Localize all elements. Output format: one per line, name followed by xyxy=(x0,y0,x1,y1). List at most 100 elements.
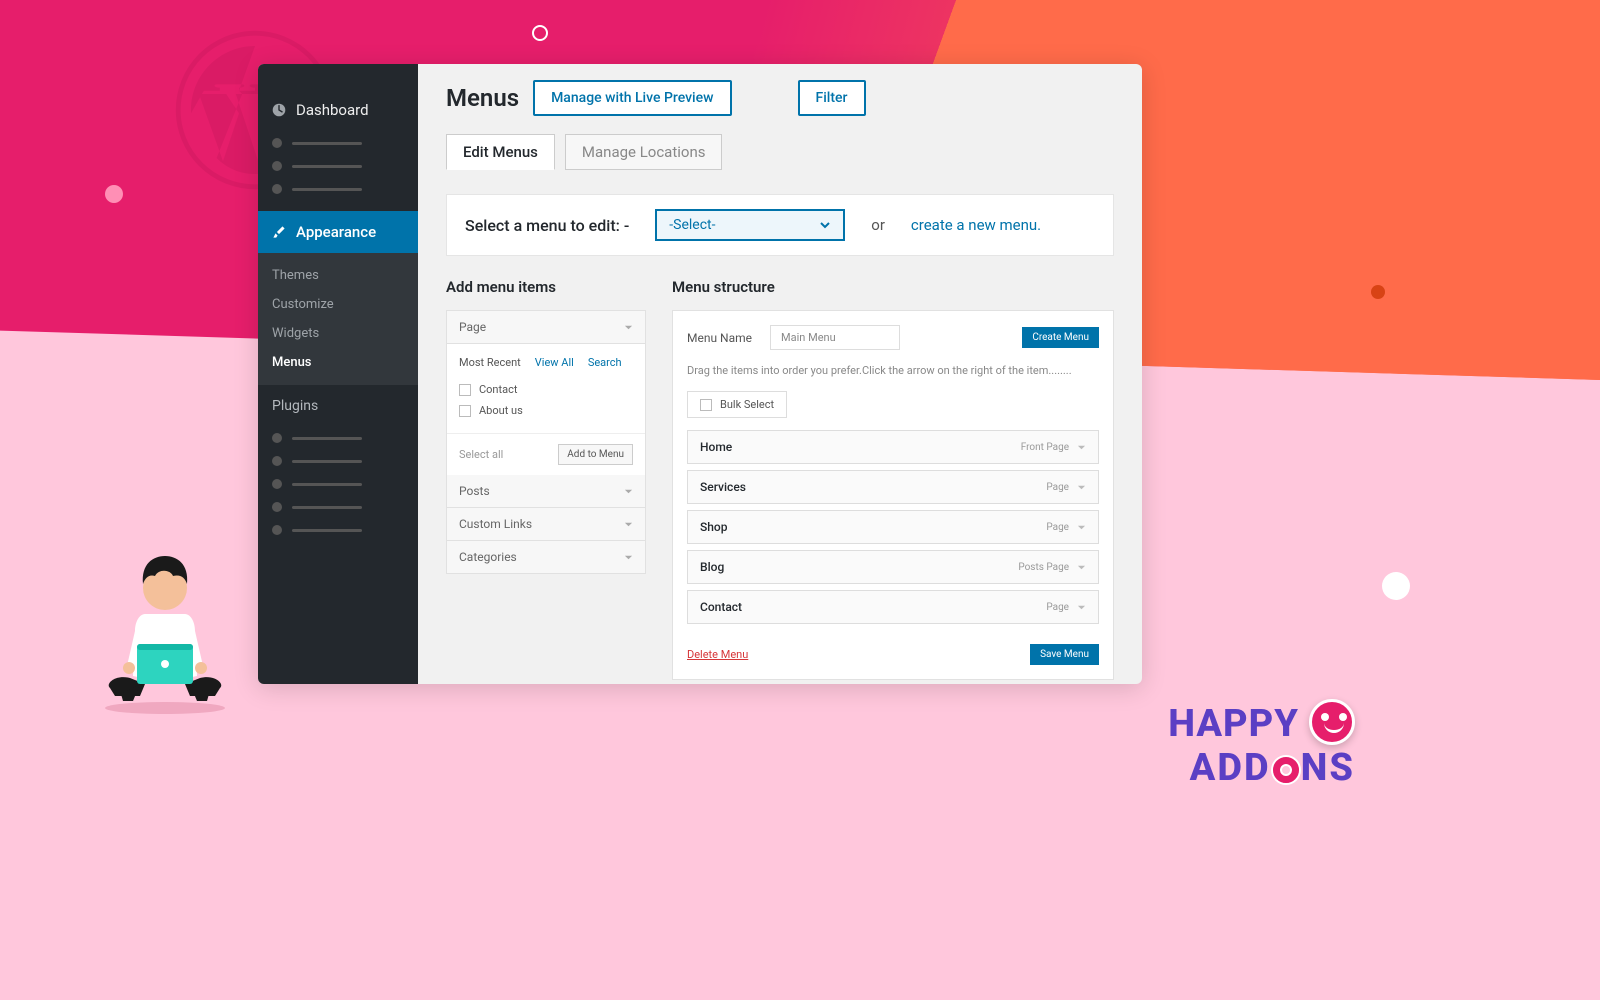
structure-title: Menu structure xyxy=(672,278,1114,296)
structure-footer: Delete Menu Save Menu xyxy=(687,644,1099,665)
checkbox-icon[interactable] xyxy=(700,399,712,411)
appearance-label: Appearance xyxy=(296,223,376,241)
main-content: Menus Manage with Live Preview Filter Ed… xyxy=(418,64,1142,684)
decorative-dot-icon xyxy=(105,185,123,203)
page-title: Menus xyxy=(446,84,519,112)
appearance-submenu: Themes Customize Widgets Menus xyxy=(258,253,418,385)
add-to-menu-button[interactable]: Add to Menu xyxy=(558,444,633,465)
caret-down-icon xyxy=(1077,483,1086,492)
page-item-contact[interactable]: Contact xyxy=(459,379,633,400)
logo-happy-text: HAPPY xyxy=(1168,702,1299,746)
filter-button[interactable]: Filter xyxy=(798,80,866,116)
checkbox-icon[interactable] xyxy=(459,384,471,396)
caret-down-icon xyxy=(624,323,633,332)
tab-bar: Edit Menus Manage Locations xyxy=(446,134,1114,170)
caret-down-icon xyxy=(1077,443,1086,452)
tab-search[interactable]: Search xyxy=(588,356,622,369)
caret-down-icon xyxy=(624,520,633,529)
bulk-select-toggle[interactable]: Bulk Select xyxy=(687,391,787,418)
tab-most-recent[interactable]: Most Recent xyxy=(459,356,521,369)
sidebar-skeleton-item xyxy=(258,515,418,538)
menu-name-label: Menu Name xyxy=(687,331,752,345)
caret-down-icon xyxy=(1077,563,1086,572)
live-preview-button[interactable]: Manage with Live Preview xyxy=(533,80,731,116)
accordion-head-posts[interactable]: Posts xyxy=(447,475,645,508)
menu-item[interactable]: Contact Page xyxy=(687,590,1099,624)
menu-items-list: HomeFront Page Services Page Shop Page Blog Po… xyxy=(687,430,1099,624)
tab-view-all[interactable]: View All xyxy=(535,356,574,369)
brush-icon xyxy=(272,225,286,239)
menu-item-label: Services xyxy=(700,480,746,494)
add-items-accordion: Page Most Recent View All Search Contact… xyxy=(446,310,646,574)
decorative-circle-icon xyxy=(532,25,548,41)
acc-page-label: Page xyxy=(459,320,486,334)
page-filter-tabs: Most Recent View All Search xyxy=(459,356,633,369)
sidebar-skeleton-item xyxy=(258,151,418,174)
menu-item[interactable]: Services Page xyxy=(687,470,1099,504)
chevron-down-icon xyxy=(819,219,831,231)
sidebar-item-dashboard[interactable]: Dashboard xyxy=(258,92,418,128)
menu-item-type: Posts Page xyxy=(1018,562,1086,573)
accordion-head-categories[interactable]: Categories xyxy=(447,541,645,573)
dashboard-icon xyxy=(272,103,286,117)
tab-manage-locations[interactable]: Manage Locations xyxy=(565,134,723,170)
menu-item-type: Front Page xyxy=(1021,442,1086,453)
save-menu-button[interactable]: Save Menu xyxy=(1030,644,1099,665)
sidebar-item-plugins[interactable]: Plugins xyxy=(258,389,418,423)
menu-item[interactable]: Shop Page xyxy=(687,510,1099,544)
accordion-head-page[interactable]: Page xyxy=(447,311,645,344)
admin-window: Dashboard Appearance Themes Customize Wi… xyxy=(258,64,1142,684)
sidebar-item-appearance[interactable]: Appearance xyxy=(258,211,418,253)
menu-item-label: Contact xyxy=(700,600,742,614)
logo-o-icon xyxy=(1273,757,1299,783)
menu-select-bar: Select a menu to edit: - -Select- or cre… xyxy=(446,194,1114,256)
submenu-widgets[interactable]: Widgets xyxy=(258,319,418,348)
accordion-body-page: Most Recent View All Search Contact Abou… xyxy=(447,344,645,433)
sidebar-skeleton-item xyxy=(258,492,418,515)
caret-down-icon xyxy=(1077,603,1086,612)
submenu-customize[interactable]: Customize xyxy=(258,290,418,319)
menu-item[interactable]: Blog Posts Page xyxy=(687,550,1099,584)
caret-down-icon xyxy=(624,553,633,562)
drag-hint-text: Drag the items into order you prefer.Cli… xyxy=(687,364,1099,377)
sidebar-skeleton-item xyxy=(258,423,418,446)
menu-name-input[interactable] xyxy=(770,325,900,350)
checkbox-icon[interactable] xyxy=(459,405,471,417)
or-text: or xyxy=(871,216,885,234)
sidebar-skeleton-item xyxy=(258,128,418,151)
menu-item-label: Blog xyxy=(700,560,724,574)
select-all-link[interactable]: Select all xyxy=(459,448,503,461)
accordion-head-custom-links[interactable]: Custom Links xyxy=(447,508,645,541)
structure-box: Menu Name Create Menu Drag the items int… xyxy=(672,310,1114,680)
submenu-menus[interactable]: Menus xyxy=(258,348,418,377)
page-header: Menus Manage with Live Preview Filter xyxy=(446,80,1114,116)
menu-item-label: Shop xyxy=(700,520,728,534)
menu-item-type: Page xyxy=(1046,482,1086,493)
create-menu-link[interactable]: create a new menu. xyxy=(911,216,1041,234)
tab-edit-menus[interactable]: Edit Menus xyxy=(446,134,555,170)
page-item-about[interactable]: About us xyxy=(459,400,633,421)
delete-menu-link[interactable]: Delete Menu xyxy=(687,648,748,661)
sidebar-skeleton-item xyxy=(258,446,418,469)
decorative-dot-icon xyxy=(1382,572,1410,600)
menu-item-type: Page xyxy=(1046,522,1086,533)
menu-item-type: Page xyxy=(1046,602,1086,613)
menu-item[interactable]: HomeFront Page xyxy=(687,430,1099,464)
happy-addons-logo: HAPPY ADDNS xyxy=(1168,702,1355,790)
add-items-title: Add menu items xyxy=(446,278,646,296)
submenu-themes[interactable]: Themes xyxy=(258,261,418,290)
person-illustration-icon xyxy=(85,536,245,720)
create-menu-button[interactable]: Create Menu xyxy=(1022,327,1099,348)
select-placeholder: -Select- xyxy=(669,217,715,233)
sidebar-skeleton-item xyxy=(258,174,418,197)
menu-structure-column: Menu structure Menu Name Create Menu Dra… xyxy=(672,278,1114,680)
sidebar-skeleton-item xyxy=(258,469,418,492)
caret-down-icon xyxy=(624,487,633,496)
menu-select-dropdown[interactable]: -Select- xyxy=(655,209,845,241)
dashboard-label: Dashboard xyxy=(296,101,369,119)
columns: Add menu items Page Most Recent View All… xyxy=(446,278,1114,680)
decorative-dot-icon xyxy=(1371,285,1385,299)
smiley-face-icon xyxy=(1309,699,1355,745)
admin-sidebar: Dashboard Appearance Themes Customize Wi… xyxy=(258,64,418,684)
select-menu-label: Select a menu to edit: - xyxy=(465,216,629,235)
